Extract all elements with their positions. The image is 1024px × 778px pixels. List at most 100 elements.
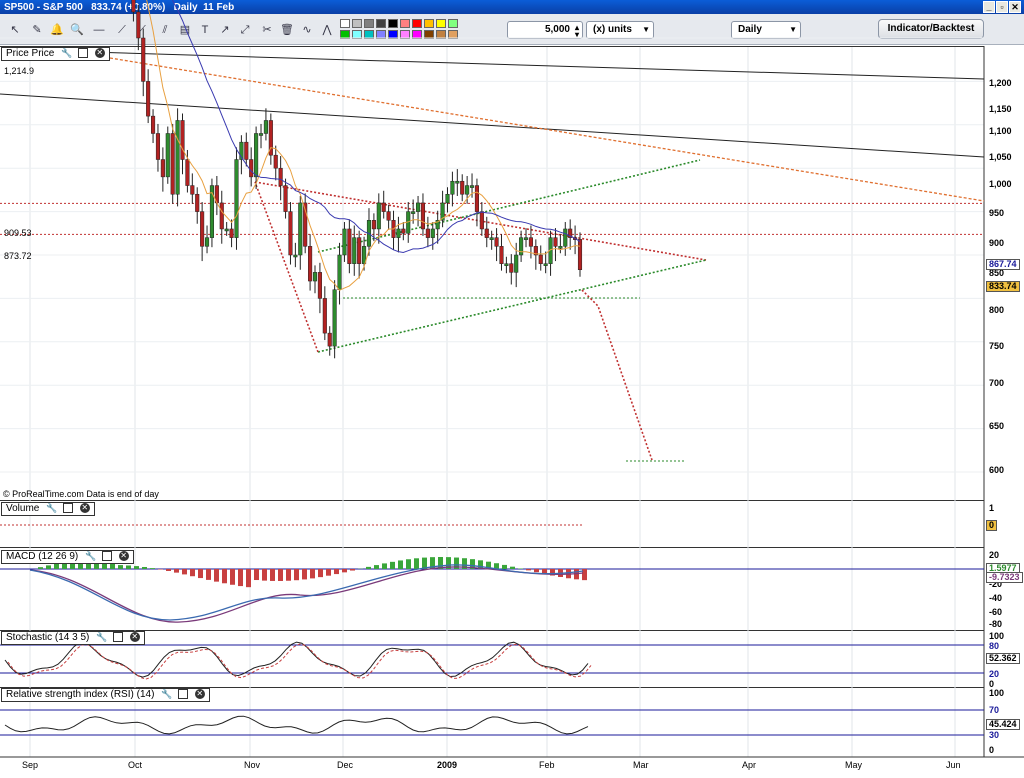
price-axis-tick: 1,100 [989,126,1012,136]
stoch-value-tag: 52.362 [986,653,1020,664]
candle-body [175,120,180,195]
stoch-axis-tick: 100 [989,631,1005,641]
macd-histogram-bar [262,569,267,581]
candle-body [190,185,195,195]
candle-body [371,220,376,230]
candle-body [553,237,558,247]
candle-body [523,237,529,240]
rsi-axis-tick: 70 [989,705,1000,715]
candle-body [327,332,332,347]
close-icon[interactable]: ✕ [94,48,105,59]
macd-histogram-bar [534,569,539,573]
macd-histogram-bar [278,569,283,581]
stochastic-d-line [7,643,592,680]
macd-histogram-bar [46,565,51,569]
window-icon[interactable] [112,632,123,643]
candle-body [308,246,313,282]
macd-histogram-bar [182,569,187,575]
rsi-axis-tick: 0 [989,745,995,755]
candle-body [425,228,430,238]
macd-histogram-bar [222,569,227,584]
candle-body [509,263,514,273]
candle-body [249,159,254,178]
macd-histogram-bar [398,560,403,569]
candle-body [219,202,224,230]
time-axis-label: Feb [539,760,555,770]
time-axis-label: Oct [128,760,143,770]
macd-histogram-bar [198,569,203,579]
candle-body [381,202,386,212]
candle-body [298,202,303,256]
candle-body [504,263,509,266]
candle-body [430,228,435,238]
wrench-icon[interactable]: 🔧 [46,503,57,513]
candle-body [538,254,543,264]
macd-histogram-bar [526,569,531,571]
window-icon[interactable] [62,503,73,514]
close-icon[interactable]: ✕ [118,551,129,562]
time-axis-label: May [845,760,863,770]
candle-body [151,115,156,134]
volume-axis-tick: 1 [989,503,995,513]
price-axis-tick: 700 [989,378,1005,388]
macd-histogram-bar [174,569,179,573]
candle-body [322,298,327,334]
candle-body [528,237,533,247]
candle-body [317,272,322,299]
candle-body [357,237,362,264]
wrench-icon[interactable]: 🔧 [96,632,107,642]
macd-panel-label: MACD (12 26 9) [6,551,79,562]
macd-histogram-bar [510,566,515,569]
macd-histogram-bar [190,569,195,577]
window-icon[interactable] [101,551,112,562]
window-icon[interactable] [77,48,88,59]
macd-histogram-bar [166,569,171,571]
chart-canvas[interactable] [0,0,1024,778]
macd-axis-tick: -80 [989,619,1003,629]
candle-body [396,228,401,238]
rsi-panel-label: Relative strength index (RSI) (14) [6,689,155,700]
candle-body [455,180,460,184]
close-icon[interactable]: ✕ [79,503,90,514]
price-axis-tick: 600 [989,465,1005,475]
candle-body [577,239,583,271]
candle-body [420,202,426,230]
price-axis-tick: 800 [989,305,1005,315]
wrench-icon[interactable]: 🔧 [85,551,96,561]
candle-body [347,228,352,264]
wrench-icon[interactable]: 🔧 [61,48,72,58]
time-axis-label: Apr [742,760,757,770]
level-label: 1,214.9 [4,66,35,76]
close-icon[interactable]: ✕ [194,689,205,700]
candle-body [563,228,568,247]
candle-body [411,211,416,214]
time-axis-label: Dec [337,760,354,770]
macd-histogram-bar [334,569,339,575]
stochastic-panel-title: Stochastic (14 3 5) 🔧 ✕ [1,631,145,645]
watermark: © ProRealTime.com Data is end of day [3,489,159,499]
rsi-line [4,715,589,735]
price-panel-title: Price Price 🔧 ✕ [1,47,110,61]
macd-histogram-bar [134,566,139,569]
macd-histogram-bar [150,568,155,569]
candle-body [469,185,475,188]
time-axis-label: Nov [244,760,261,770]
candle-body [224,228,229,232]
window-icon[interactable] [177,689,188,700]
wrench-icon[interactable]: 🔧 [161,689,172,699]
candle-body [484,228,489,238]
macd-histogram-bar [118,565,123,569]
rsi-axis-tick: 30 [989,730,1000,740]
macd-histogram-bar [38,567,43,569]
macd-histogram-bar [310,569,315,579]
candle-body [146,81,151,117]
macd-axis-tick: -60 [989,607,1003,617]
candle-body [376,202,381,230]
candle-body [180,120,185,160]
candle-body [204,237,210,247]
candle-body [160,159,165,178]
volume-panel-title: Volume 🔧 ✕ [1,502,95,516]
close-icon[interactable]: ✕ [129,632,140,643]
candle-body [494,237,499,247]
candle-body [234,159,239,238]
